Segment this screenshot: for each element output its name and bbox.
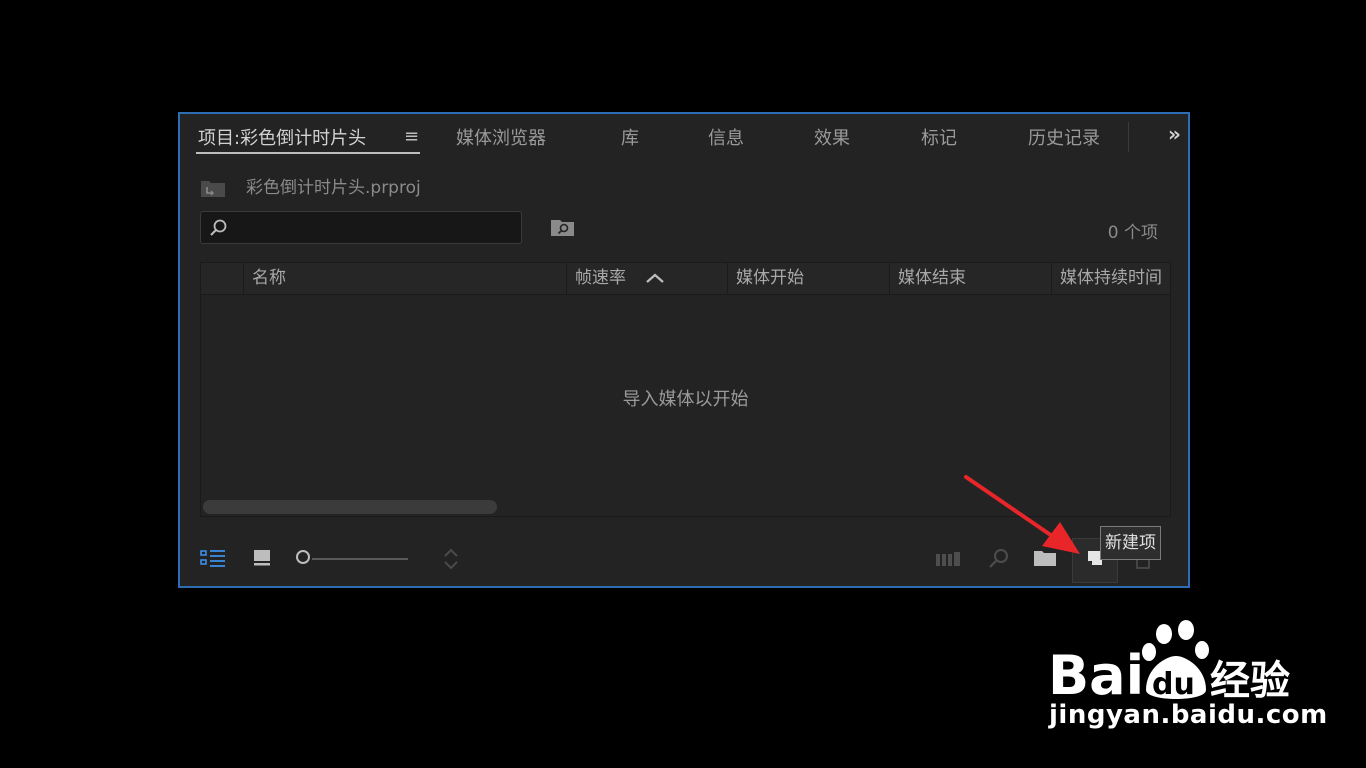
svg-text:经验: 经验 [1210, 658, 1290, 704]
svg-text:du: du [1152, 667, 1195, 702]
baidu-url: jingyan.baidu.com [1049, 700, 1328, 730]
svg-text:Bai: Bai [1048, 644, 1144, 707]
